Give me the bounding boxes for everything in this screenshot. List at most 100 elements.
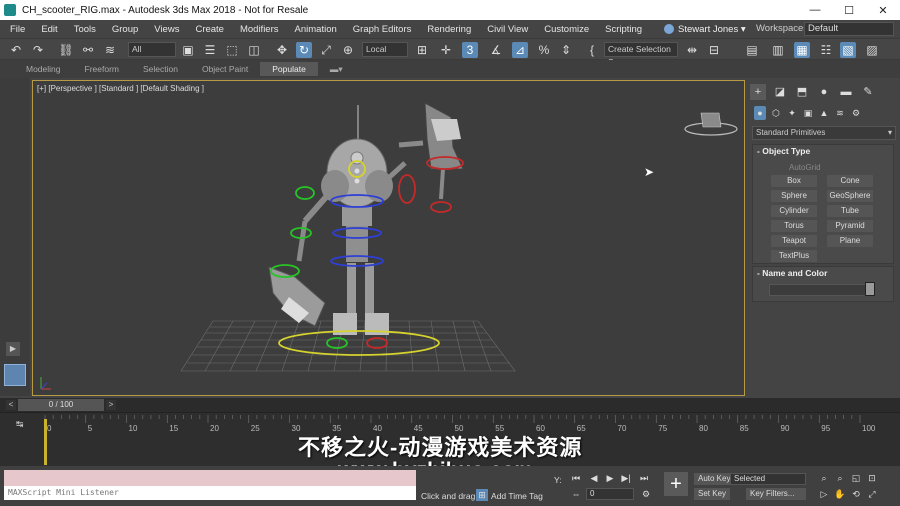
pan-icon[interactable]: ✋ (834, 488, 846, 500)
menu-file[interactable]: File (0, 24, 33, 35)
goto-end-icon[interactable]: ⏭ (638, 472, 650, 484)
add-time-tag-button[interactable]: Add Time Tag (491, 491, 543, 501)
menu-views[interactable]: Views (146, 24, 187, 35)
move-icon[interactable]: ✥ (274, 42, 290, 58)
undo-icon[interactable]: ↶ (8, 42, 24, 58)
shapes-icon[interactable]: ⬡ (770, 106, 782, 120)
set-key-button[interactable]: Set Key (694, 488, 731, 500)
placement-icon[interactable]: ⊕ (340, 42, 356, 58)
window-crossing-icon[interactable]: ◫ (246, 42, 262, 58)
viewcube[interactable] (683, 107, 739, 137)
percent-snap-icon[interactable]: % (536, 42, 552, 58)
orbit-icon[interactable]: ⟲ (850, 488, 862, 500)
systems-icon[interactable]: ⚙ (850, 106, 862, 120)
zoom-extents-all-icon[interactable]: ⊡ (866, 472, 878, 484)
material-editor-icon[interactable]: ▨ (864, 42, 880, 58)
edit-named-selection-icon[interactable]: { (584, 42, 600, 58)
align-icon[interactable]: ⊟ (706, 42, 722, 58)
cameras-icon[interactable]: ▣ (802, 106, 814, 120)
layer-explorer-icon[interactable]: ▥ (770, 42, 786, 58)
rect-selection-icon[interactable]: ⬚ (224, 42, 240, 58)
plane-button[interactable]: Plane (827, 235, 873, 247)
ribbon-tab-modeling[interactable]: Modeling (14, 62, 73, 76)
pyramid-button[interactable]: Pyramid (827, 220, 873, 232)
select-by-name-icon[interactable]: ☰ (202, 42, 218, 58)
cone-button[interactable]: Cone (827, 175, 873, 187)
ribbon-tab-object-paint[interactable]: Object Paint (190, 62, 260, 76)
display-tab-icon[interactable]: ▬ (838, 84, 854, 100)
autogrid-checkbox[interactable]: AutoGrid (789, 163, 821, 172)
workspace-select[interactable]: Default (804, 22, 894, 36)
next-frame-icon[interactable]: ▶| (620, 472, 632, 484)
reference-coord-select[interactable]: Local (362, 42, 408, 57)
sphere-button[interactable]: Sphere (771, 190, 817, 202)
selection-filter-select[interactable]: All (128, 42, 176, 57)
menu-animation[interactable]: Animation (287, 24, 345, 35)
tube-button[interactable]: Tube (827, 205, 873, 217)
perspective-viewport[interactable]: [+] [Perspective ] [Standard ] [Default … (32, 80, 745, 396)
object-type-header[interactable]: - Object Type (753, 145, 893, 158)
close-button[interactable]: ✕ (866, 0, 900, 20)
geosphere-button[interactable]: GeoSphere (827, 190, 873, 202)
viewport-layout-button[interactable] (4, 364, 26, 386)
set-key-big-icon[interactable]: + (664, 472, 688, 496)
menu-modifiers[interactable]: Modifiers (232, 24, 287, 35)
space-warps-icon[interactable]: ≋ (834, 106, 846, 120)
hierarchy-tab-icon[interactable]: ⬒ (794, 84, 810, 100)
menu-tools[interactable]: Tools (66, 24, 104, 35)
select-manipulate-icon[interactable]: ✛ (438, 42, 454, 58)
torus-button[interactable]: Torus (771, 220, 817, 232)
teapot-button[interactable]: Teapot (771, 235, 817, 247)
textplus-button[interactable]: TextPlus (771, 250, 817, 262)
geometry-icon[interactable]: ● (754, 106, 766, 120)
zoom-all-icon[interactable]: ⌕ (834, 472, 846, 484)
maxscript-output[interactable] (4, 470, 416, 486)
prev-frame-icon[interactable]: ◀ (588, 472, 600, 484)
primitive-category-select[interactable]: Standard Primitives ▾ (752, 126, 896, 140)
menu-group[interactable]: Group (104, 24, 146, 35)
box-button[interactable]: Box (771, 175, 817, 187)
zoom-icon[interactable]: ⌕ (818, 472, 830, 484)
current-frame-marker[interactable] (44, 419, 47, 465)
ribbon-tab-selection[interactable]: Selection (131, 62, 190, 76)
link-icon[interactable]: ⛓ (58, 42, 74, 58)
snap-toggle-icon[interactable]: 3 (462, 42, 478, 58)
rotate-icon[interactable]: ↻ (296, 42, 312, 58)
cylinder-button[interactable]: Cylinder (771, 205, 817, 217)
named-selection-select[interactable]: Create Selection Se (604, 42, 678, 67)
name-color-header[interactable]: - Name and Color (753, 267, 893, 280)
create-tab-icon[interactable]: + (750, 84, 766, 100)
unlink-icon[interactable]: ⚯ (80, 42, 96, 58)
redo-icon[interactable]: ↷ (30, 42, 46, 58)
object-color-swatch[interactable] (865, 282, 875, 296)
schematic-view-icon[interactable]: ▧ (840, 42, 856, 58)
modify-tab-icon[interactable]: ◪ (772, 84, 788, 100)
maximize-button[interactable]: ☐ (832, 0, 866, 20)
time-slider-thumb[interactable]: 0 / 100 (18, 399, 104, 411)
angle-snap-toggle-icon[interactable]: ⊿ (512, 42, 528, 58)
expand-layout-icon[interactable]: ▶ (6, 342, 20, 356)
time-tag-icon[interactable]: ⊞ (476, 489, 488, 501)
helpers-icon[interactable]: ▲ (818, 106, 830, 120)
ribbon-tab-freeform[interactable]: Freeform (73, 62, 131, 76)
object-name-input[interactable] (769, 284, 867, 296)
menu-graph-editors[interactable]: Graph Editors (345, 24, 420, 35)
minimize-button[interactable]: — (798, 0, 832, 20)
time-slider-prev-icon[interactable]: < (6, 400, 16, 410)
play-icon[interactable]: ▶ (604, 472, 616, 484)
menu-create[interactable]: Create (187, 24, 232, 35)
spinner-snap-icon[interactable]: ⇕ (558, 42, 574, 58)
lights-icon[interactable]: ✦ (786, 106, 798, 120)
menu-civil-view[interactable]: Civil View (479, 24, 536, 35)
angle-snap-icon[interactable]: ∡ (488, 42, 504, 58)
maximize-viewport-icon[interactable]: ⤢ (866, 488, 878, 500)
pivot-center-icon[interactable]: ⊞ (414, 42, 430, 58)
current-frame-spinner[interactable]: 0 (586, 488, 634, 500)
select-object-icon[interactable]: ▣ (180, 42, 196, 58)
time-slider[interactable]: < 0 / 100 > (0, 398, 900, 412)
ribbon-tab-populate[interactable]: Populate (260, 62, 318, 76)
motion-tab-icon[interactable]: ● (816, 84, 832, 100)
ribbon-options-icon[interactable]: ▬▾ (318, 62, 355, 76)
scene-explorer-icon[interactable]: ▤ (744, 42, 760, 58)
menu-customize[interactable]: Customize (536, 24, 597, 35)
